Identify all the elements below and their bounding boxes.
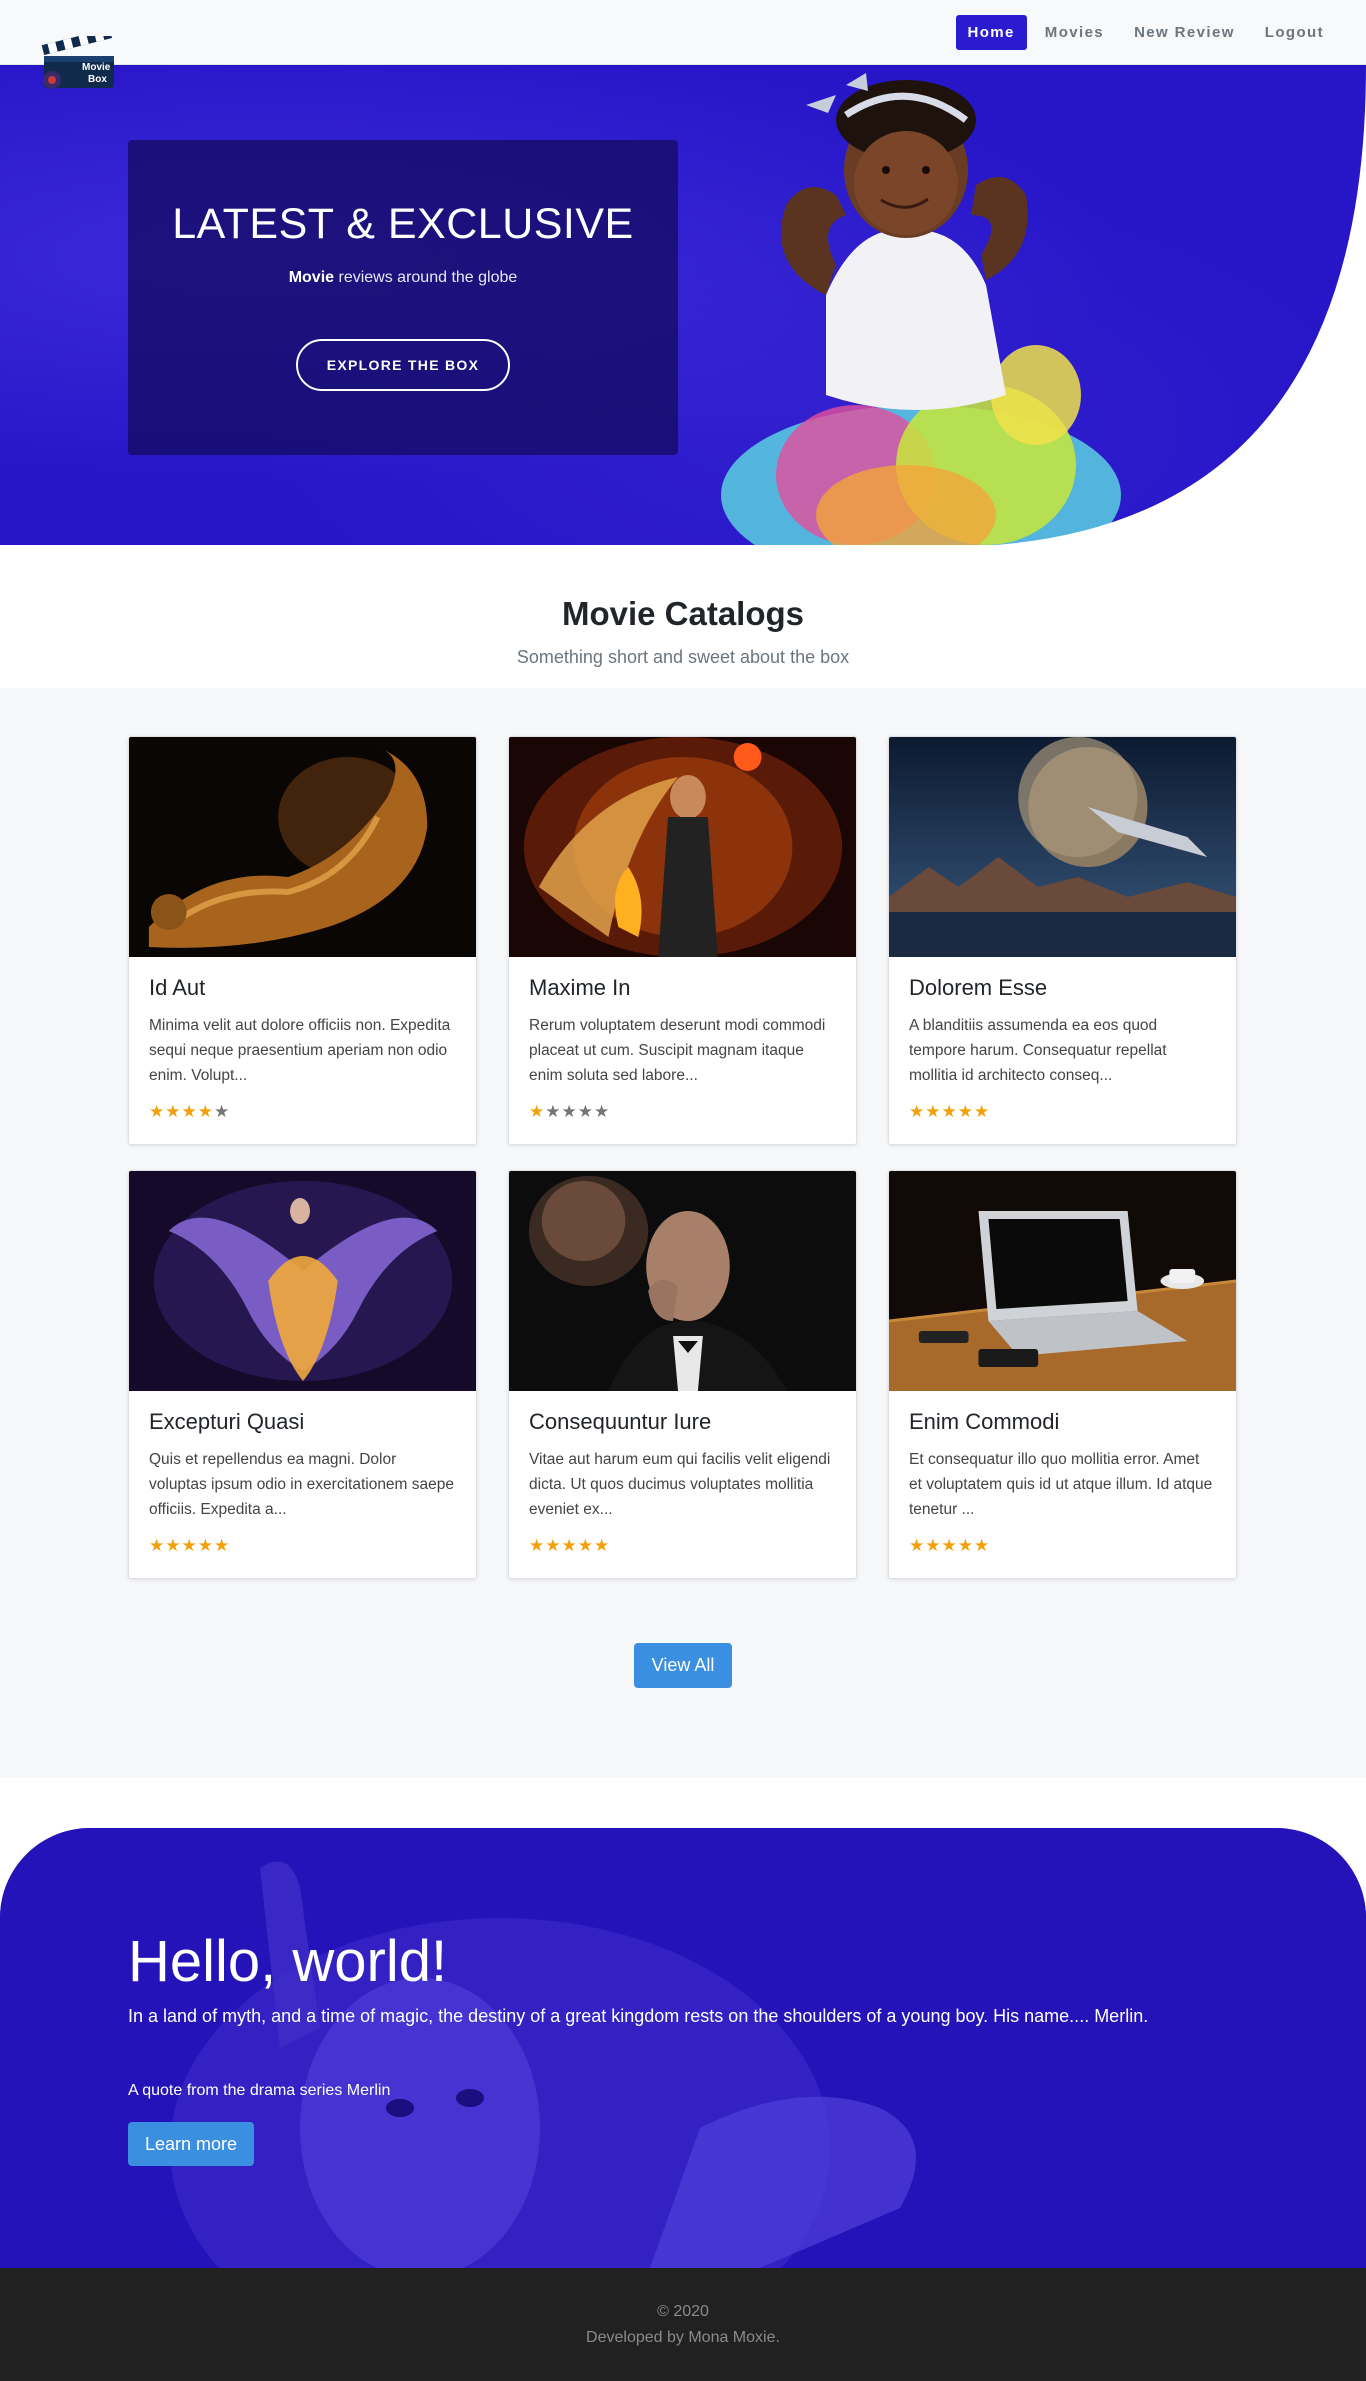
footer: © 2020 Developed by Mona Moxie.: [0, 2268, 1366, 2381]
movie-card-image: [129, 1171, 476, 1391]
jumbotron-section: Hello, world! In a land of myth, and a t…: [0, 1828, 1366, 2268]
navbar: Home Movies New Review Logout: [0, 0, 1366, 65]
star-filled-icon: ★: [181, 1536, 197, 1555]
jumbotron-quote: A quote from the drama series Merlin: [128, 2082, 391, 2099]
star-filled-icon: ★: [197, 1102, 213, 1121]
star-filled-icon: ★: [197, 1536, 213, 1555]
hero-overlay-box: LATEST & EXCLUSIVE Movie reviews around …: [128, 140, 678, 455]
hero-subtitle-bold: Movie: [288, 269, 335, 286]
nav-home[interactable]: Home: [955, 15, 1027, 50]
jumbotron-background-image: [0, 1828, 1366, 2268]
star-filled-icon: ★: [149, 1536, 165, 1555]
catalog-section: Id Aut Minima velit aut dolore officiis …: [0, 688, 1366, 1778]
catalog-header: Movie Catalogs Something short and sweet…: [0, 545, 1366, 688]
movie-card[interactable]: Excepturi Quasi Quis et repellendus ea m…: [128, 1170, 477, 1579]
hero-subtitle: Movie reviews around the globe: [128, 269, 678, 287]
star-filled-icon: ★: [529, 1102, 545, 1121]
movie-card-text: Vitae aut harum eum qui facilis velit el…: [529, 1451, 831, 1518]
logo-text-line2: Box: [88, 74, 107, 85]
star-filled-icon: ★: [165, 1102, 181, 1121]
view-all-button[interactable]: View All: [634, 1643, 732, 1688]
movie-card-text: Et consequatur illo quo mollitia error. …: [909, 1451, 1213, 1518]
brand-logo[interactable]: Movie Box: [38, 28, 118, 90]
movie-card-title[interactable]: Dolorem Esse: [909, 975, 1216, 1001]
movie-card[interactable]: Id Aut Minima velit aut dolore officiis …: [128, 736, 477, 1145]
hero-curve-shape: [996, 65, 1366, 545]
learn-more-button[interactable]: Learn more: [128, 2122, 254, 2166]
jumbotron-lead: In a land of myth, and a time of magic, …: [128, 2006, 1149, 2026]
star-filled-icon: ★: [909, 1536, 925, 1555]
movie-card-title[interactable]: Consequuntur Iure: [529, 1409, 836, 1435]
star-filled-icon: ★: [974, 1102, 990, 1121]
catalog-title: Movie Catalogs: [561, 595, 805, 632]
star-filled-icon: ★: [941, 1536, 957, 1555]
movie-card[interactable]: Maxime In Rerum voluptatem deserunt modi…: [508, 736, 857, 1145]
star-filled-icon: ★: [577, 1536, 593, 1555]
star-filled-icon: ★: [594, 1536, 610, 1555]
jumbotron-title: Hello, world!: [128, 1929, 448, 1994]
star-filled-icon: ★: [214, 1536, 230, 1555]
star-filled-icon: ★: [957, 1536, 973, 1555]
star-empty-icon: ★: [577, 1102, 593, 1121]
hero-subtitle-rest: reviews around the globe: [334, 269, 518, 286]
star-rating: ★ ★ ★ ★ ★: [149, 1537, 456, 1554]
star-rating: ★ ★ ★ ★ ★: [149, 1103, 456, 1120]
star-rating: ★ ★ ★ ★ ★: [909, 1103, 1216, 1120]
logo-text-line1: Movie: [82, 62, 111, 73]
star-filled-icon: ★: [925, 1102, 941, 1121]
catalog-subtitle: Something short and sweet about the box: [516, 647, 850, 667]
star-filled-icon: ★: [149, 1102, 165, 1121]
star-filled-icon: ★: [165, 1536, 181, 1555]
explore-button[interactable]: EXPLORE THE BOX: [295, 339, 511, 391]
nav-links: Home Movies New Review Logout: [955, 15, 1336, 50]
movie-card-text: Minima velit aut dolore officiis non. Ex…: [149, 1017, 451, 1084]
movie-card-text: A blanditiis assumenda ea eos quod tempo…: [909, 1017, 1167, 1084]
movie-card-title[interactable]: Maxime In: [529, 975, 836, 1001]
star-rating: ★ ★ ★ ★ ★: [909, 1537, 1216, 1554]
movie-card-image: [889, 1171, 1236, 1391]
nav-new-review[interactable]: New Review: [1122, 15, 1247, 50]
star-empty-icon: ★: [561, 1102, 577, 1121]
star-filled-icon: ★: [181, 1102, 197, 1121]
hero-title: LATEST & EXCLUSIVE: [172, 200, 634, 248]
nav-movies[interactable]: Movies: [1033, 15, 1116, 50]
star-filled-icon: ★: [529, 1536, 545, 1555]
star-empty-icon: ★: [545, 1102, 561, 1121]
star-empty-icon: ★: [594, 1102, 610, 1121]
movie-card-text: Quis et repellendus ea magni. Dolor volu…: [149, 1451, 455, 1518]
movie-card-title[interactable]: Enim Commodi: [909, 1409, 1216, 1435]
star-filled-icon: ★: [561, 1536, 577, 1555]
movie-card-image: [509, 1171, 856, 1391]
star-filled-icon: ★: [925, 1536, 941, 1555]
star-filled-icon: ★: [545, 1536, 561, 1555]
star-filled-icon: ★: [941, 1102, 957, 1121]
movie-card-image: [889, 737, 1236, 957]
movie-card-image: [509, 737, 856, 957]
star-empty-icon: ★: [214, 1102, 230, 1121]
star-filled-icon: ★: [974, 1536, 990, 1555]
nav-logout[interactable]: Logout: [1253, 15, 1336, 50]
star-rating: ★ ★ ★ ★ ★: [529, 1103, 836, 1120]
movie-card[interactable]: Dolorem Esse A blanditiis assumenda ea e…: [888, 736, 1237, 1145]
movie-card-image: [129, 737, 476, 957]
footer-copyright: © 2020: [657, 2303, 709, 2320]
star-rating: ★ ★ ★ ★ ★: [529, 1537, 836, 1554]
footer-developer: Developed by Mona Moxie.: [586, 2329, 780, 2346]
movie-card[interactable]: Consequuntur Iure Vitae aut harum eum qu…: [508, 1170, 857, 1579]
movie-card-text: Rerum voluptatem deserunt modi commodi p…: [529, 1017, 826, 1084]
hero-section: LATEST & EXCLUSIVE Movie reviews around …: [0, 65, 1366, 545]
star-filled-icon: ★: [957, 1102, 973, 1121]
movie-card-title[interactable]: Excepturi Quasi: [149, 1409, 456, 1435]
movie-card[interactable]: Enim Commodi Et consequatur illo quo mol…: [888, 1170, 1237, 1579]
movie-card-title[interactable]: Id Aut: [149, 975, 456, 1001]
star-filled-icon: ★: [909, 1102, 925, 1121]
